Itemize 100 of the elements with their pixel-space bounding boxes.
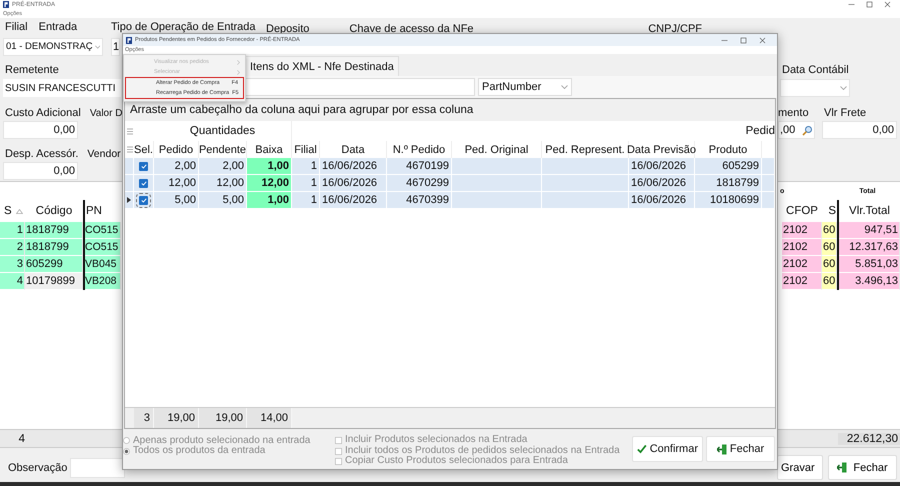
field-label: CNPJ/CPF [647, 23, 702, 36]
table-cell: 5,00 [199, 192, 247, 209]
notes-field[interactable] [70, 458, 126, 478]
total-value: 19,00 [154, 408, 199, 428]
column-header[interactable]: CFOP [782, 205, 822, 218]
close-icon[interactable] [884, 1, 891, 8]
search-icon[interactable] [802, 124, 813, 136]
table-cell: 1818799 [25, 239, 83, 256]
row-pointer-icon [127, 197, 131, 203]
option-label: Todos os produtos da entrada [133, 446, 266, 456]
group-by-hint: Arraste um cabeçalho da coluna aqui para agrupar por essa coluna [125, 99, 775, 121]
table-cell: 16/06/2026 [320, 175, 387, 192]
close-button[interactable]: Fechar [828, 455, 897, 480]
total-value: 22.612,30 [838, 432, 900, 444]
field-label: Tipo de Operação de Entrada [111, 20, 256, 34]
menu-icon[interactable] [126, 146, 132, 153]
table-cell: 5.851,03 [839, 256, 900, 274]
menu-icon[interactable] [126, 128, 132, 134]
confirm-button[interactable]: Confirmar [632, 436, 703, 462]
field-label: Custo Adicional [4, 107, 81, 120]
table-cell: 12,00 [154, 175, 199, 192]
table-cell: 605299 [25, 256, 83, 274]
table-cell: 2,00 [154, 158, 199, 175]
row-count: 3 [134, 408, 154, 428]
table-cell: 2 [0, 239, 25, 256]
field-label: Data Contábil [781, 64, 849, 78]
field-label: mento [778, 107, 809, 120]
table-cell: 60 [822, 239, 837, 256]
maximize-icon[interactable] [740, 36, 747, 44]
amount-field[interactable]: 0,00 [3, 162, 78, 180]
radio-button[interactable] [123, 448, 130, 455]
field-label: Remetente [4, 64, 59, 78]
door-exit-icon [837, 462, 848, 474]
table-cell: 2102 [782, 256, 822, 274]
table-cell: CO515 [85, 239, 121, 256]
amount-field[interactable]: 0,00 [822, 121, 897, 140]
amount-field[interactable]: 0,00 [3, 121, 78, 140]
search-by-dropdown[interactable]: PartNumber [478, 78, 572, 96]
checkbox[interactable] [139, 162, 148, 170]
table-cell: 1 [292, 158, 320, 175]
column-header[interactable]: Código [25, 205, 83, 218]
amount-field[interactable]: ,00 [778, 121, 815, 140]
date-dropdown[interactable] [780, 79, 850, 98]
radio-button[interactable] [123, 437, 130, 444]
close-button[interactable]: Fechar [706, 436, 775, 462]
door-exit-icon [716, 444, 727, 454]
table-cell: VB045 [85, 256, 121, 274]
table-cell: 16/06/2026 [629, 158, 695, 175]
table-cell: 60 [822, 256, 837, 274]
option-label: Incluir Produtos selecionados na Entrada [345, 435, 528, 446]
app-icon [126, 36, 132, 44]
table-cell: 1 [292, 175, 320, 192]
table-cell: 1 [292, 192, 320, 209]
checkbox[interactable] [335, 437, 342, 444]
chevron-icon [840, 86, 847, 90]
column-header[interactable]: Vlr.Total [839, 205, 900, 218]
field-label: Vendor [87, 148, 121, 161]
column-header[interactable]: PN [85, 205, 120, 218]
column-group-header: Pedid [744, 124, 775, 139]
checkbox[interactable] [335, 458, 342, 465]
checkbox[interactable] [335, 448, 342, 454]
chevron-icon [561, 85, 568, 89]
table-cell: 10179899 [25, 273, 83, 290]
table-cell: 4670199 [387, 158, 452, 175]
table-cell: 60 [822, 273, 837, 290]
option-label: Apenas produto selecionado na entrada [133, 436, 310, 446]
maximize-icon[interactable] [866, 1, 873, 8]
column-header[interactable]: S [822, 205, 837, 218]
field-label: Entrada [38, 20, 78, 34]
table-cell: 2102 [782, 222, 822, 240]
table-cell: 12,00 [199, 175, 247, 192]
field-label: Valor D [90, 107, 122, 120]
close-icon[interactable] [759, 36, 766, 44]
column-header[interactable]: S [0, 205, 25, 218]
table-cell: 5,00 [154, 192, 199, 209]
filial-dropdown[interactable]: 01 - DEMONSTRAÇ [3, 38, 103, 56]
save-button[interactable]: Gravar [777, 455, 823, 480]
table-cell: 16/06/2026 [629, 192, 695, 209]
field-label: Filial [4, 20, 28, 34]
table-cell: 947,51 [839, 222, 900, 240]
column-group-header: Quantidades [154, 121, 292, 141]
table-cell: 3.496,13 [839, 273, 900, 290]
table-cell: VB208 [85, 273, 121, 290]
table-cell: 16/06/2026 [320, 192, 387, 209]
operation-type-dropdown[interactable]: 1 [111, 38, 120, 56]
table-cell: 2,00 [199, 158, 247, 175]
option-label: Copiar Custo Produtos selecionados para Entrada [345, 456, 568, 467]
table-cell: 4670299 [387, 175, 452, 192]
sort-icon [16, 208, 23, 214]
checkbox[interactable] [139, 178, 148, 188]
table-cell: 4 [0, 273, 25, 290]
sender-field[interactable]: SUSIN FRANCESCUTTI [3, 79, 121, 98]
table-cell: 1,00 [247, 158, 292, 175]
table-cell: 1 [0, 222, 25, 240]
table-cell: 1818799 [695, 175, 762, 192]
field-label: Deposito [265, 23, 310, 36]
total-value: 19,00 [199, 408, 247, 428]
table-cell: 3 [0, 256, 25, 274]
table-cell: 2102 [782, 239, 822, 256]
check-icon [637, 444, 647, 454]
